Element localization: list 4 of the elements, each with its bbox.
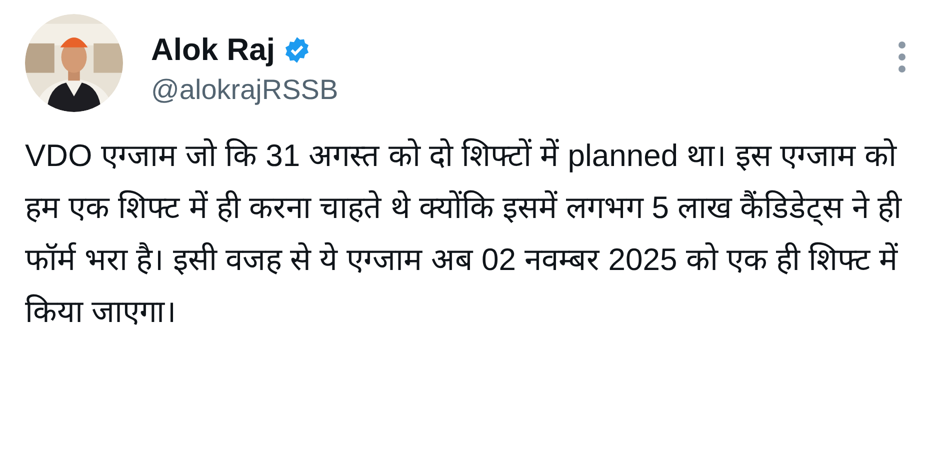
more-options-icon[interactable] bbox=[897, 40, 907, 74]
author-handle[interactable]: @alokrajRSSB bbox=[151, 74, 869, 106]
tweet-text: VDO एग्जाम जो कि 31 अगस्त को दो शिफ्टों में planned था। इस एग्जाम को हम एक शिफ्ट में ही करना चाहते थे क्योंकि इसमें लगभग 5 लाख कैंडिडेट्स ने ही फॉर्म भरा है। इसी वजह से ये एग्जाम अब 02 नवम्बर 2025 को एक ही शिफ्ट में किया जाएगा। bbox=[25, 137, 903, 331]
author-name[interactable]: Alok Raj bbox=[151, 32, 276, 68]
